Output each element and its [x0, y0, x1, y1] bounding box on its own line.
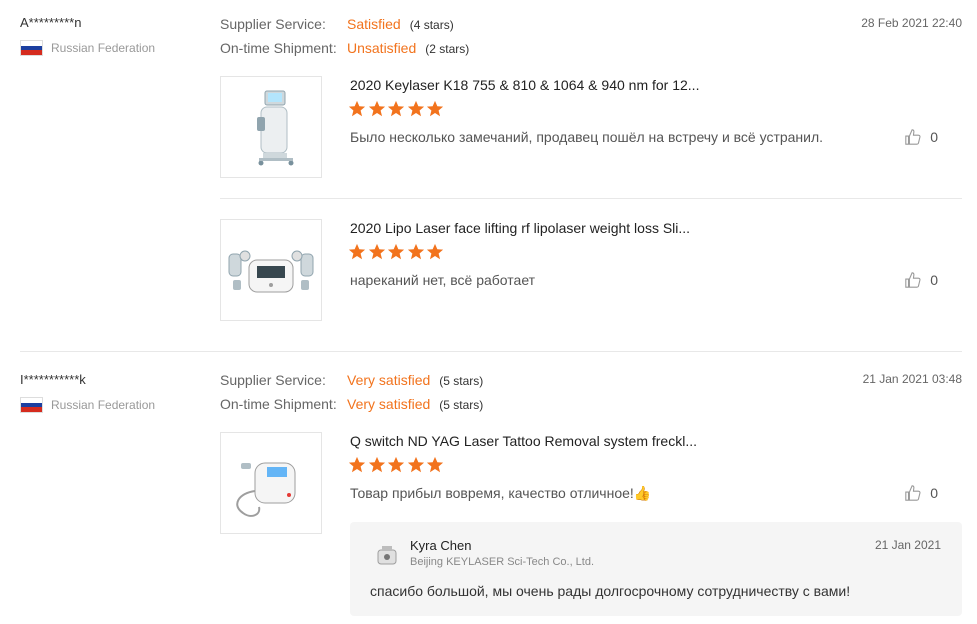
- thumbs-up-icon: [905, 485, 921, 501]
- like-count: 0: [930, 129, 938, 145]
- country-name: Russian Federation: [51, 41, 156, 55]
- star-icon: [388, 100, 405, 117]
- like-count: 0: [930, 485, 938, 501]
- star-icon: [388, 456, 405, 473]
- supplier-service-label: Supplier Service:: [220, 16, 326, 32]
- product-thumbnail[interactable]: [220, 432, 322, 534]
- review-divider: [20, 351, 962, 352]
- review-item: 2020 Lipo Laser face lifting rf lipolase…: [220, 219, 962, 323]
- shipment-rating: On-time Shipment: Unsatisfied (2 stars): [220, 40, 469, 56]
- shipment-rating: On-time Shipment: Very satisfied (5 star…: [220, 396, 483, 412]
- star-icon: [427, 100, 444, 117]
- supplier-service-stars: (5 stars): [439, 374, 484, 388]
- buyer-name: A*********n: [20, 15, 82, 30]
- like-button[interactable]: 0: [904, 484, 938, 502]
- star-icon: [407, 456, 424, 473]
- shipment-label: On-time Shipment:: [220, 40, 337, 56]
- russia-flag-icon: [20, 40, 43, 56]
- lipo-laser-machine-image: [228, 250, 314, 293]
- star-icon: [368, 100, 385, 117]
- star-icon: [348, 456, 366, 473]
- seller-reply: Kyra Chen Beijing KEYLASER Sci-Tech Co.,…: [350, 522, 962, 616]
- item-divider: [220, 198, 962, 199]
- supplier-service-rating: Supplier Service: Very satisfied (5 star…: [220, 372, 483, 388]
- feedback-text: Товар прибыл вовремя, качество отличное!…: [350, 485, 652, 501]
- product-thumbnail[interactable]: [220, 219, 322, 321]
- item-star-rating: [348, 100, 446, 118]
- star-icon: [368, 456, 385, 473]
- shipment-value: Very satisfied: [347, 396, 431, 412]
- review-item: Q switch ND YAG Laser Tattoo Removal sys…: [220, 432, 962, 536]
- seller-name: Kyra Chen: [410, 538, 472, 553]
- star-icon: [407, 243, 424, 260]
- supplier-service-value: Very satisfied: [347, 372, 431, 388]
- feedback-text: нареканий нет, всё работает: [350, 272, 536, 288]
- star-icon: [348, 100, 366, 117]
- buyer-country: Russian Federation: [20, 40, 155, 56]
- shipment-stars: (2 stars): [425, 42, 470, 56]
- star-icon: [427, 456, 444, 473]
- laser-machine-image: [257, 90, 294, 166]
- star-icon: [368, 243, 385, 260]
- supplier-service-stars: (4 stars): [409, 18, 454, 32]
- review-date: 28 Feb 2021 22:40: [861, 16, 962, 30]
- supplier-service-label: Supplier Service:: [220, 372, 326, 388]
- star-icon: [388, 243, 405, 260]
- supplier-service-rating: Supplier Service: Satisfied (4 stars): [220, 16, 454, 32]
- reply-text: спасибо большой, мы очень рады долгосроч…: [370, 583, 851, 599]
- star-icon: [348, 243, 366, 260]
- buyer-name: I***********k: [20, 372, 86, 387]
- shipment-value: Unsatisfied: [347, 40, 417, 56]
- item-star-rating: [348, 456, 446, 474]
- country-name: Russian Federation: [51, 398, 156, 412]
- review-item: 2020 Keylaser K18 755 & 810 & 1064 & 940…: [220, 76, 962, 180]
- seller-company: Beijing KEYLASER Sci-Tech Co., Ltd.: [410, 556, 595, 568]
- shipment-label: On-time Shipment:: [220, 396, 337, 412]
- shipment-stars: (5 stars): [439, 398, 484, 412]
- reply-date: 21 Jan 2021: [874, 538, 941, 552]
- seller-avatar: [372, 540, 402, 570]
- like-button[interactable]: 0: [904, 128, 938, 146]
- product-title-link[interactable]: 2020 Lipo Laser face lifting rf lipolase…: [350, 220, 690, 236]
- buyer-country: Russian Federation: [20, 397, 155, 413]
- thumbs-up-icon: [905, 272, 921, 288]
- product-thumbnail[interactable]: [220, 76, 322, 178]
- star-icon: [427, 243, 444, 260]
- product-title-link[interactable]: 2020 Keylaser K18 755 & 810 & 1064 & 940…: [350, 77, 699, 93]
- like-count: 0: [930, 272, 938, 288]
- tattoo-removal-machine-image: [236, 462, 296, 517]
- star-icon: [407, 100, 424, 117]
- russia-flag-icon: [20, 397, 43, 413]
- review-date: 21 Jan 2021 03:48: [862, 372, 962, 386]
- like-button[interactable]: 0: [904, 271, 938, 289]
- thumbs-up-icon: [905, 129, 921, 145]
- product-title-link[interactable]: Q switch ND YAG Laser Tattoo Removal sys…: [350, 433, 697, 449]
- item-star-rating: [348, 243, 446, 261]
- feedback-text: Было несколько замечаний, продавец пошёл…: [350, 129, 824, 145]
- supplier-service-value: Satisfied: [347, 16, 401, 32]
